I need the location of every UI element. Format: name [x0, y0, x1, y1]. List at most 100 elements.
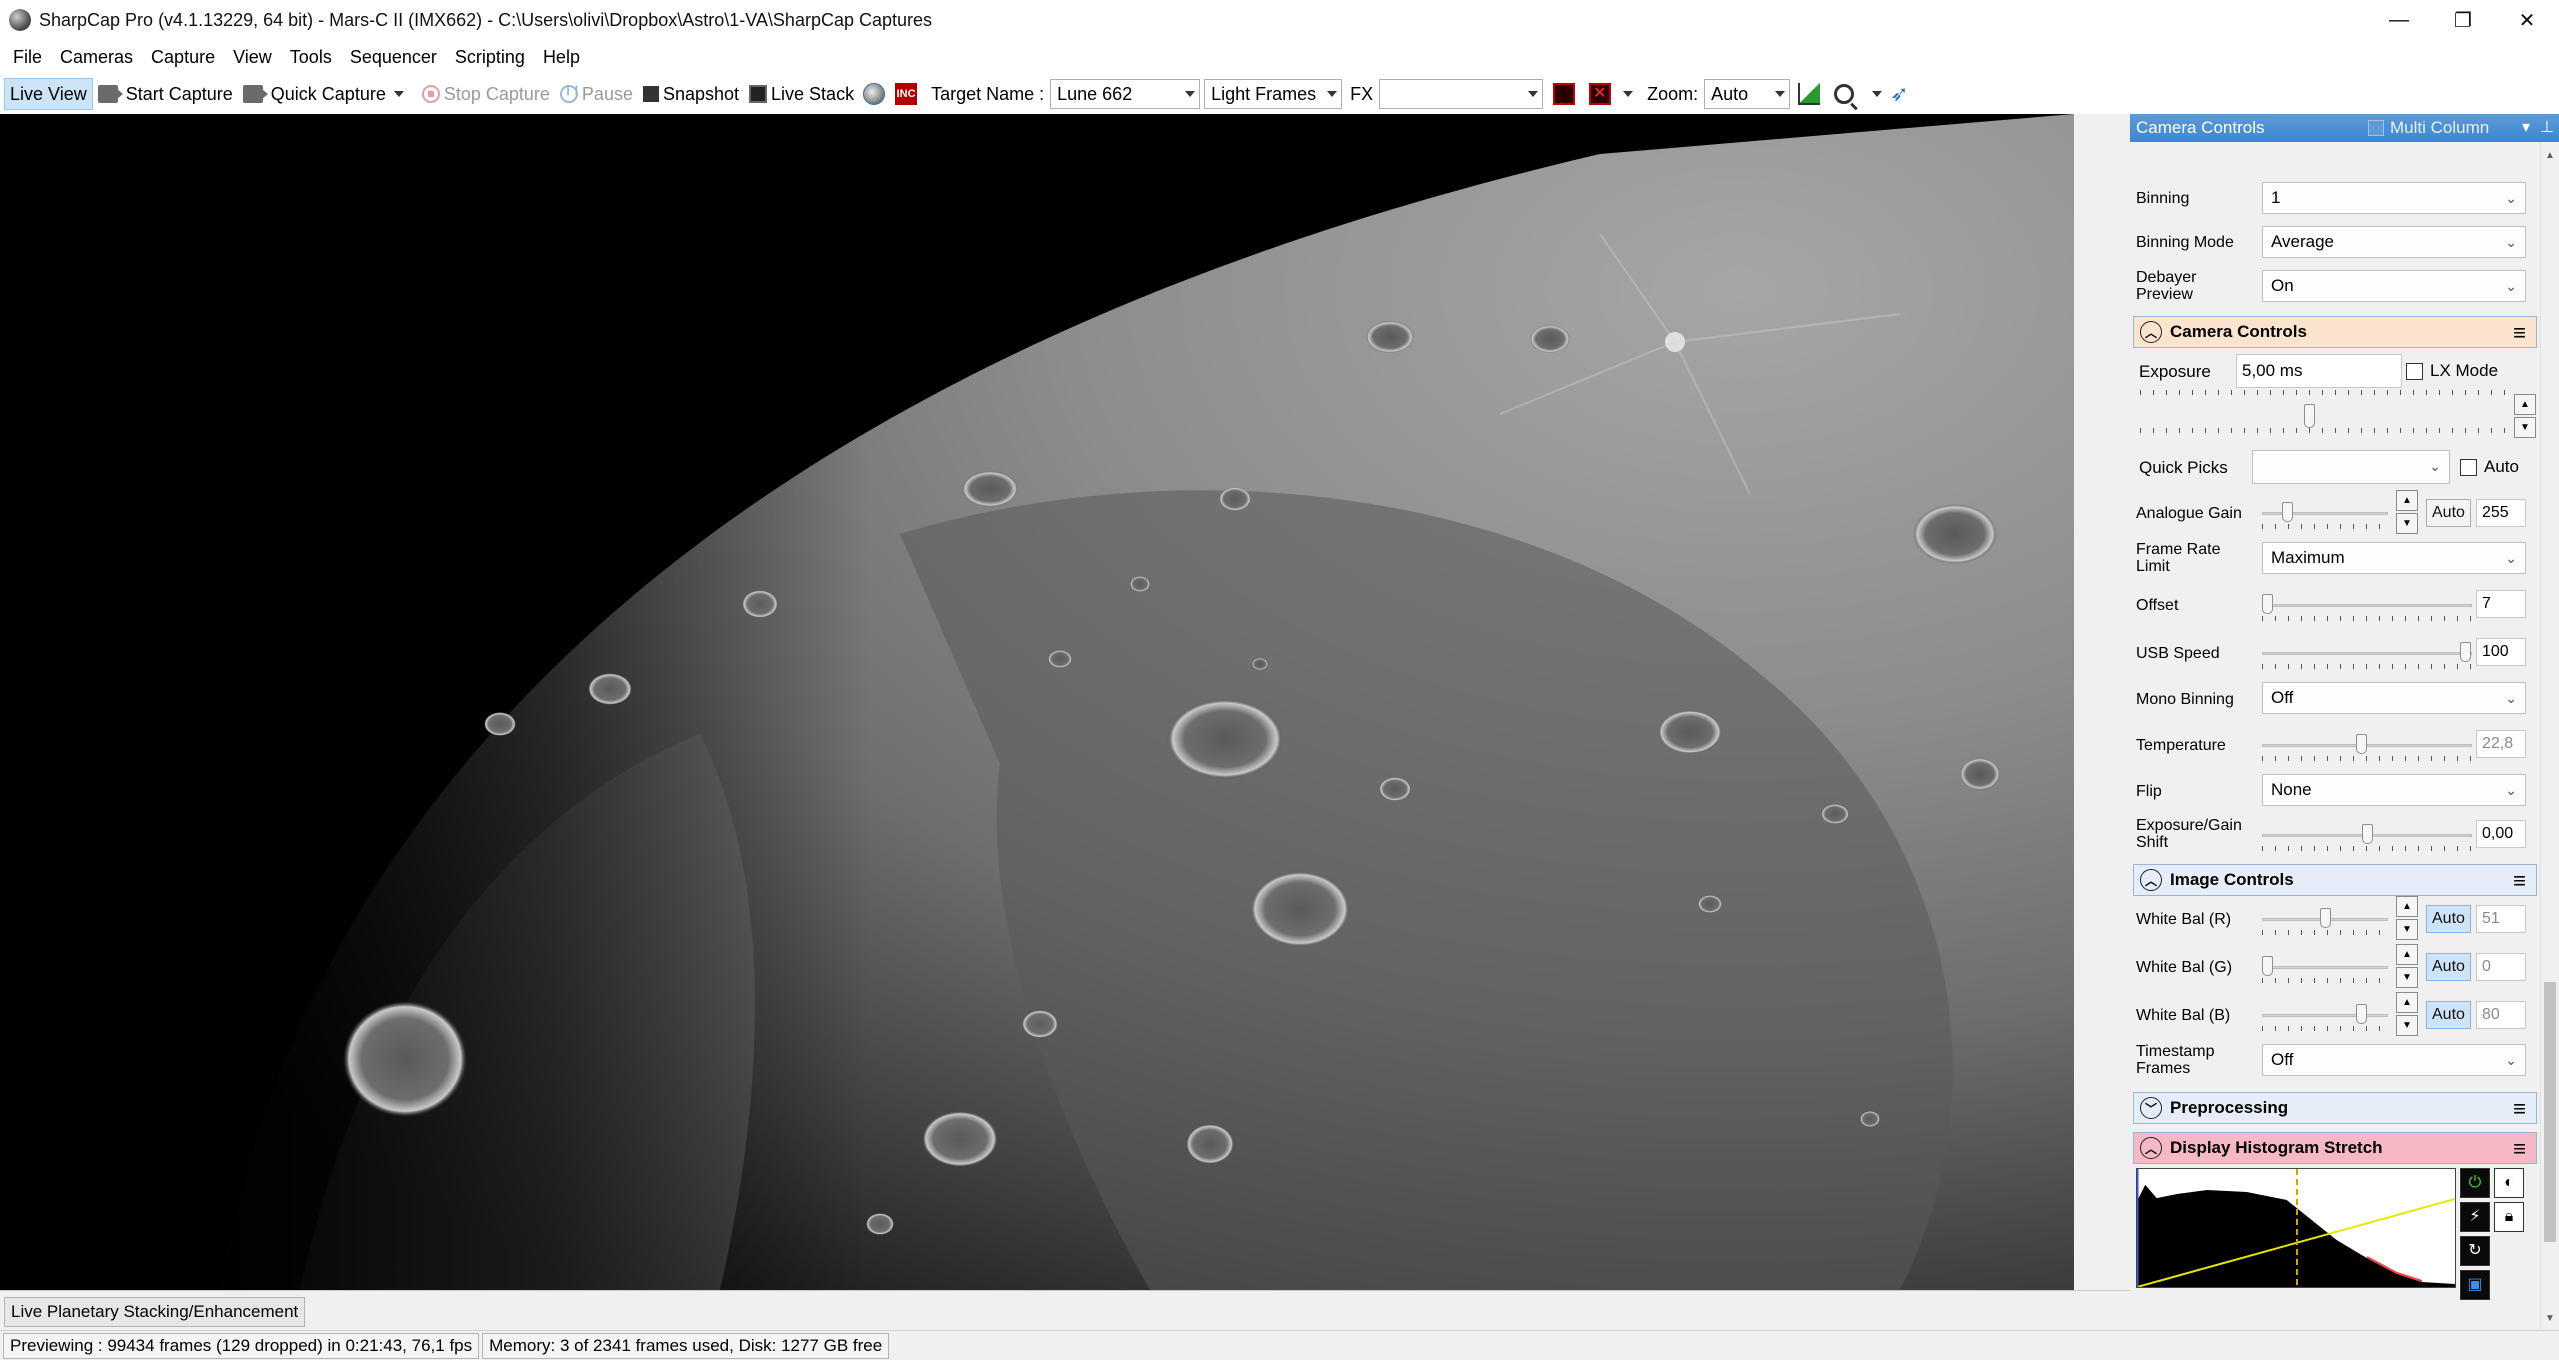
- mono-binning-select[interactable]: Off ⌄: [2262, 682, 2526, 714]
- white-bal-r-auto-button[interactable]: Auto: [2426, 905, 2471, 933]
- menu-file[interactable]: File: [4, 40, 51, 74]
- menu-help[interactable]: Help: [534, 40, 589, 74]
- image-controls-group-header[interactable]: ︿ Image Controls ≡: [2133, 864, 2537, 896]
- live-stack-button[interactable]: Live Stack: [744, 78, 859, 110]
- pin-icon[interactable]: ⊥: [2540, 117, 2554, 137]
- zoom-combo[interactable]: Auto: [1704, 79, 1791, 109]
- chevron-down-icon[interactable]: ▼: [2514, 417, 2536, 438]
- quick-capture-dropdown-icon[interactable]: [393, 91, 404, 97]
- analogue-gain-auto-button[interactable]: Auto: [2426, 499, 2471, 527]
- reticle-icon[interactable]: [1553, 83, 1576, 105]
- analogue-gain-value[interactable]: 255: [2476, 499, 2526, 527]
- usb-speed-slider[interactable]: [2262, 642, 2472, 669]
- magnifier-icon[interactable]: [1834, 84, 1855, 104]
- usb-speed-slider-knob[interactable]: [2460, 642, 2471, 662]
- hamburger-menu-icon[interactable]: ≡: [2513, 1096, 2526, 1122]
- live-view-image[interactable]: [0, 114, 2074, 1290]
- analogue-gain-slider[interactable]: [2262, 502, 2388, 529]
- exposure-slider-knob[interactable]: [2304, 404, 2315, 428]
- quick-picks-auto-toggle[interactable]: Auto: [2460, 450, 2540, 484]
- exposure-gain-shift-value[interactable]: 0,00: [2476, 820, 2526, 848]
- white-bal-b-slider-knob[interactable]: [2356, 1004, 2367, 1024]
- menu-capture[interactable]: Capture: [142, 40, 224, 74]
- pause-button[interactable]: Pause: [555, 78, 638, 110]
- power-icon[interactable]: ⏻: [2460, 1168, 2490, 1198]
- camera-controls-group-header[interactable]: ︿ Camera Controls ≡: [2133, 316, 2537, 348]
- exposure-spinner[interactable]: ▲ ▼: [2514, 394, 2536, 438]
- feather-icon[interactable]: ➶: [1890, 83, 1910, 105]
- white-bal-g-slider[interactable]: [2262, 956, 2388, 983]
- panel-dropdown-icon[interactable]: ▾: [2522, 117, 2530, 137]
- histogram-plot[interactable]: [2135, 1168, 2456, 1288]
- white-bal-b-auto-button[interactable]: Auto: [2426, 1001, 2471, 1029]
- offset-slider-knob[interactable]: [2262, 594, 2273, 614]
- collapse-icon[interactable]: ︿: [2140, 869, 2162, 891]
- lx-mode-toggle[interactable]: LX Mode: [2406, 354, 2536, 388]
- menu-cameras[interactable]: Cameras: [51, 40, 142, 74]
- contrast-icon[interactable]: ◐: [2494, 1168, 2524, 1198]
- hamburger-menu-icon[interactable]: ≡: [2513, 320, 2526, 346]
- live-view-button[interactable]: Live View: [4, 78, 93, 110]
- white-bal-g-value[interactable]: 0: [2476, 953, 2526, 981]
- moon-icon[interactable]: [863, 83, 886, 105]
- preprocessing-group-header[interactable]: ﹀ Preprocessing ≡: [2133, 1092, 2537, 1124]
- white-bal-g-spinner[interactable]: ▲ ▼: [2396, 944, 2418, 988]
- offset-value[interactable]: 7: [2476, 590, 2526, 618]
- quick-picks-select[interactable]: ⌄: [2252, 450, 2450, 484]
- chevron-up-icon[interactable]: ▲: [2396, 490, 2418, 511]
- analogue-gain-slider-knob[interactable]: [2282, 502, 2293, 522]
- chevron-up-icon[interactable]: ▲: [2396, 992, 2418, 1013]
- chevron-down-icon[interactable]: ▼: [2396, 513, 2418, 534]
- white-bal-b-value[interactable]: 80: [2476, 1001, 2526, 1029]
- offset-slider[interactable]: [2262, 594, 2472, 621]
- menu-tools[interactable]: Tools: [281, 40, 341, 74]
- magnifier-dropdown-icon[interactable]: [1872, 91, 1883, 97]
- maximize-button[interactable]: ❐: [2431, 0, 2495, 40]
- frame-type-combo[interactable]: Light Frames: [1204, 79, 1343, 109]
- chevron-up-icon[interactable]: ▲: [2514, 394, 2536, 415]
- white-bal-b-slider[interactable]: [2262, 1004, 2388, 1031]
- fx-combo[interactable]: [1379, 79, 1544, 109]
- stop-capture-button[interactable]: Stop Capture: [417, 78, 555, 110]
- scrollbar-thumb[interactable]: [2544, 982, 2556, 1242]
- menu-view[interactable]: View: [224, 40, 281, 74]
- white-bal-r-value[interactable]: 51: [2476, 905, 2526, 933]
- target-name-combo[interactable]: Lune 662: [1050, 79, 1201, 109]
- lightning-icon[interactable]: ⚡: [2460, 1202, 2490, 1232]
- red-cross-icon[interactable]: INC: [895, 83, 918, 105]
- white-bal-g-auto-button[interactable]: Auto: [2426, 953, 2471, 981]
- quick-picks-auto-checkbox[interactable]: [2460, 458, 2477, 476]
- minimize-button[interactable]: —: [2367, 0, 2431, 40]
- menu-scripting[interactable]: Scripting: [446, 40, 534, 74]
- histogram-icon[interactable]: [1798, 83, 1821, 105]
- exposure-input[interactable]: 5,00 ms: [2236, 354, 2402, 388]
- panel-splitter[interactable]: [2090, 114, 2130, 1290]
- hamburger-menu-icon[interactable]: ≡: [2513, 868, 2526, 894]
- histogram-group-header[interactable]: ︿ Display Histogram Stretch ≡: [2133, 1132, 2537, 1164]
- timestamp-frames-select[interactable]: Off ⌄: [2262, 1044, 2526, 1076]
- multi-column-checkbox[interactable]: [2368, 120, 2384, 136]
- frame-rate-limit-select[interactable]: Maximum ⌄: [2262, 542, 2526, 574]
- white-bal-g-slider-knob[interactable]: [2262, 956, 2273, 976]
- scroll-down-icon[interactable]: ▼: [2545, 1313, 2555, 1324]
- close-button[interactable]: ✕: [2495, 0, 2559, 40]
- flip-select[interactable]: None ⌄: [2262, 774, 2526, 806]
- usb-speed-value[interactable]: 100: [2476, 638, 2526, 666]
- chevron-down-icon[interactable]: ▼: [2396, 967, 2418, 988]
- chevron-down-icon[interactable]: ▼: [2396, 919, 2418, 940]
- exposure-gain-shift-slider-knob[interactable]: [2362, 824, 2373, 844]
- white-bal-r-slider-knob[interactable]: [2320, 908, 2331, 928]
- chevron-up-icon[interactable]: ▲: [2396, 896, 2418, 917]
- white-bal-r-spinner[interactable]: ▲ ▼: [2396, 896, 2418, 940]
- multi-column-toggle[interactable]: Multi Column: [2368, 118, 2489, 138]
- overlay-dropdown-icon[interactable]: [1623, 91, 1634, 97]
- scroll-up-icon[interactable]: ▲: [2545, 150, 2555, 161]
- image-scrollbar[interactable]: [2074, 114, 2090, 1290]
- tab-live-planetary-stacking[interactable]: Live Planetary Stacking/Enhancement: [4, 1297, 306, 1327]
- binning-select[interactable]: 1 ⌄: [2262, 182, 2526, 214]
- binning-mode-select[interactable]: Average ⌄: [2262, 226, 2526, 258]
- expand-icon[interactable]: ﹀: [2140, 1097, 2162, 1119]
- debayer-preview-select[interactable]: On ⌄: [2262, 270, 2526, 302]
- analogue-gain-spinner[interactable]: ▲ ▼: [2396, 490, 2418, 534]
- chevron-up-icon[interactable]: ▲: [2396, 944, 2418, 965]
